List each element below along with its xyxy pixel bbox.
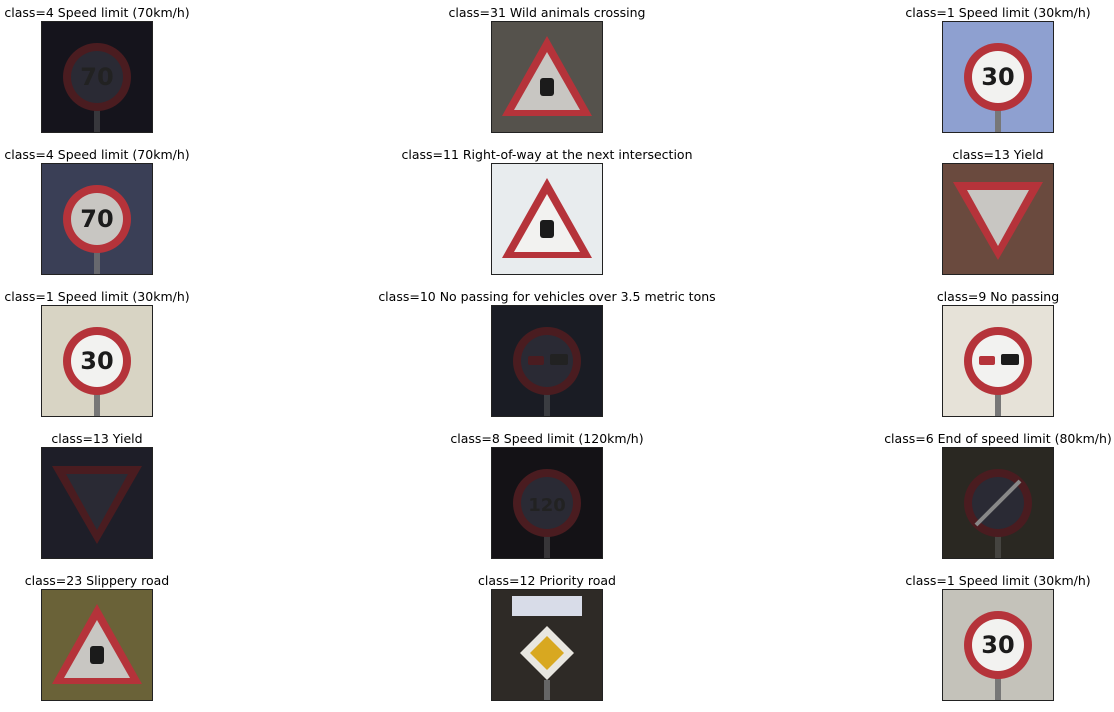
traffic-sign-graphic xyxy=(42,590,152,700)
traffic-sign-image xyxy=(41,447,153,559)
traffic-sign-graphic xyxy=(943,164,1053,274)
sign-class-title: class=31 Wild animals crossing xyxy=(448,5,646,20)
traffic-sign-image xyxy=(491,163,603,275)
traffic-sign-image xyxy=(942,447,1054,559)
traffic-sign-image xyxy=(942,305,1054,417)
sign-cell: class=1 Speed limit (30km/h) 30 xyxy=(0,289,277,427)
sign-cell: class=11 Right-of-way at the next inters… xyxy=(367,147,727,285)
traffic-sign-graphic xyxy=(492,164,602,274)
sign-cell: class=4 Speed limit (70km/h) 70 xyxy=(0,147,277,285)
traffic-sign-graphic: 30 xyxy=(42,306,152,416)
sign-cell: class=1 Speed limit (30km/h) 30 xyxy=(818,5,1114,143)
sign-cell: class=13 Yield xyxy=(818,147,1114,285)
sign-class-title: class=1 Speed limit (30km/h) xyxy=(905,5,1091,20)
traffic-sign-image: 30 xyxy=(942,589,1054,701)
traffic-sign-graphic: 70 xyxy=(42,22,152,132)
sign-class-title: class=6 End of speed limit (80km/h) xyxy=(884,431,1112,446)
traffic-sign-graphic xyxy=(492,22,602,132)
sign-number-text: 30 xyxy=(981,631,1014,659)
sign-number-text: 120 xyxy=(528,495,566,516)
traffic-sign-graphic xyxy=(492,306,602,416)
sign-class-title: class=13 Yield xyxy=(51,431,143,446)
sign-number-text: 70 xyxy=(80,63,113,91)
sign-number-text: 30 xyxy=(80,347,113,375)
sign-number-text: 30 xyxy=(981,63,1014,91)
sign-cell: class=6 End of speed limit (80km/h) xyxy=(818,431,1114,569)
sign-class-title: class=8 Speed limit (120km/h) xyxy=(450,431,644,446)
sign-class-title: class=9 No passing xyxy=(936,289,1060,304)
sign-class-title: class=11 Right-of-way at the next inters… xyxy=(401,147,693,162)
traffic-sign-image: 70 xyxy=(41,21,153,133)
sign-class-title: class=12 Priority road xyxy=(478,573,616,588)
sign-class-title: class=4 Speed limit (70km/h) xyxy=(4,5,190,20)
sign-class-title: class=23 Slippery road xyxy=(24,573,170,588)
traffic-sign-graphic xyxy=(492,590,602,700)
sign-cell: class=12 Priority road xyxy=(367,573,727,711)
traffic-sign-image xyxy=(491,589,603,701)
traffic-sign-image: 30 xyxy=(942,21,1054,133)
traffic-sign-image: 120 xyxy=(491,447,603,559)
sign-class-title: class=10 No passing for vehicles over 3.… xyxy=(378,289,716,304)
sign-cell: class=13 Yield xyxy=(0,431,277,569)
traffic-sign-image xyxy=(942,163,1054,275)
traffic-sign-graphic xyxy=(42,448,152,558)
traffic-sign-graphic: 120 xyxy=(492,448,602,558)
sign-class-title: class=13 Yield xyxy=(952,147,1044,162)
traffic-sign-image xyxy=(491,305,603,417)
sign-cell: class=23 Slippery road xyxy=(0,573,277,711)
traffic-sign-graphic: 70 xyxy=(42,164,152,274)
sign-number-text: 70 xyxy=(80,205,113,233)
sign-cell: class=10 No passing for vehicles over 3.… xyxy=(367,289,727,427)
sign-class-title: class=1 Speed limit (30km/h) xyxy=(4,289,190,304)
sign-class-title: class=4 Speed limit (70km/h) xyxy=(4,147,190,162)
traffic-sign-graphic: 30 xyxy=(943,22,1053,132)
traffic-sign-graphic: 30 xyxy=(943,590,1053,700)
sign-class-title: class=1 Speed limit (30km/h) xyxy=(905,573,1091,588)
traffic-sign-image: 70 xyxy=(41,163,153,275)
sign-cell: class=31 Wild animals crossing xyxy=(367,5,727,143)
sign-cell: class=8 Speed limit (120km/h) 120 xyxy=(367,431,727,569)
traffic-sign-image xyxy=(41,589,153,701)
sign-cell: class=9 No passing xyxy=(818,289,1114,427)
traffic-sign-graphic xyxy=(943,306,1053,416)
sign-cell: class=1 Speed limit (30km/h) 30 xyxy=(818,573,1114,711)
traffic-sign-graphic xyxy=(943,448,1053,558)
traffic-sign-image xyxy=(491,21,603,133)
sign-cell: class=4 Speed limit (70km/h) 70 xyxy=(0,5,277,143)
traffic-sign-image: 30 xyxy=(41,305,153,417)
